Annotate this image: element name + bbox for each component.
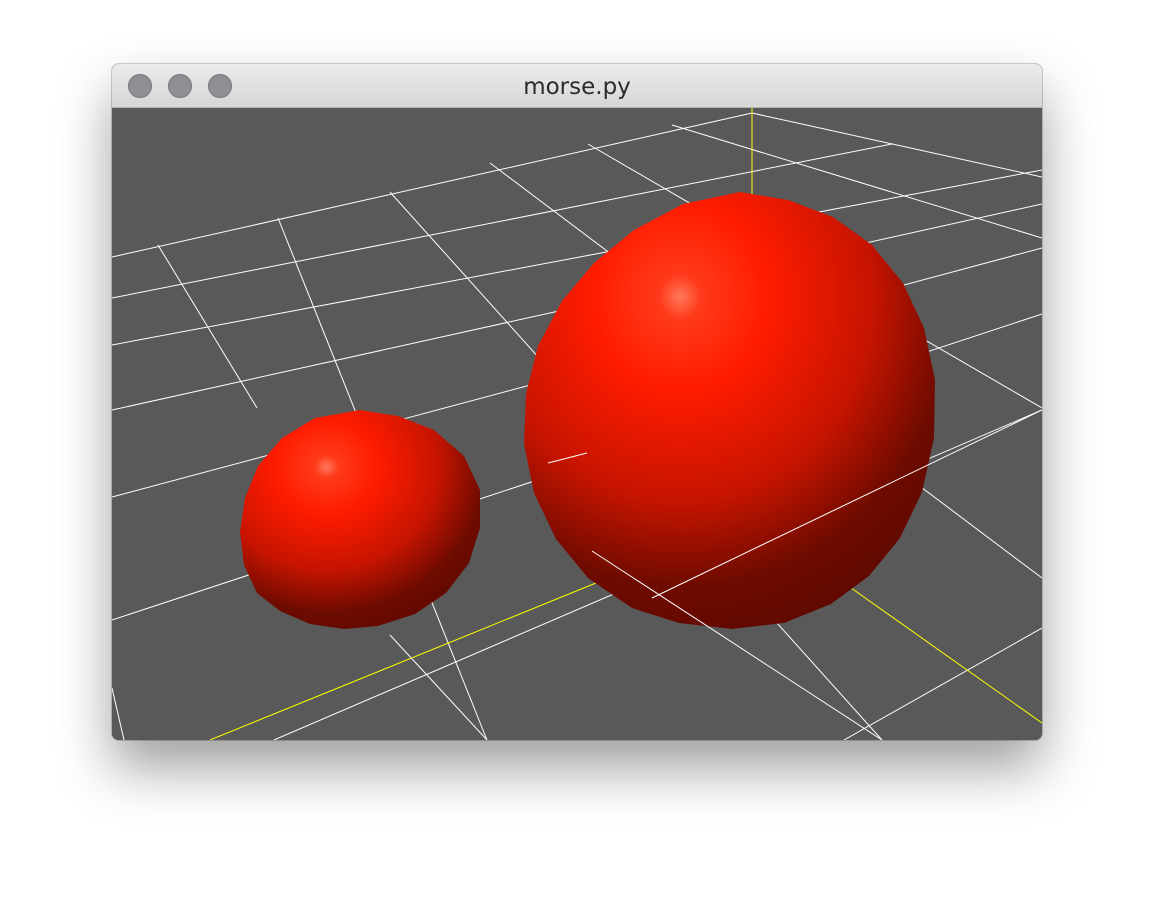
scene-canvas[interactable] (112, 108, 1042, 740)
window-title: morse.py (523, 74, 631, 100)
title-bar[interactable]: morse.py (112, 64, 1042, 108)
app-window: morse.py (112, 64, 1042, 740)
3d-viewport[interactable] (112, 108, 1042, 740)
